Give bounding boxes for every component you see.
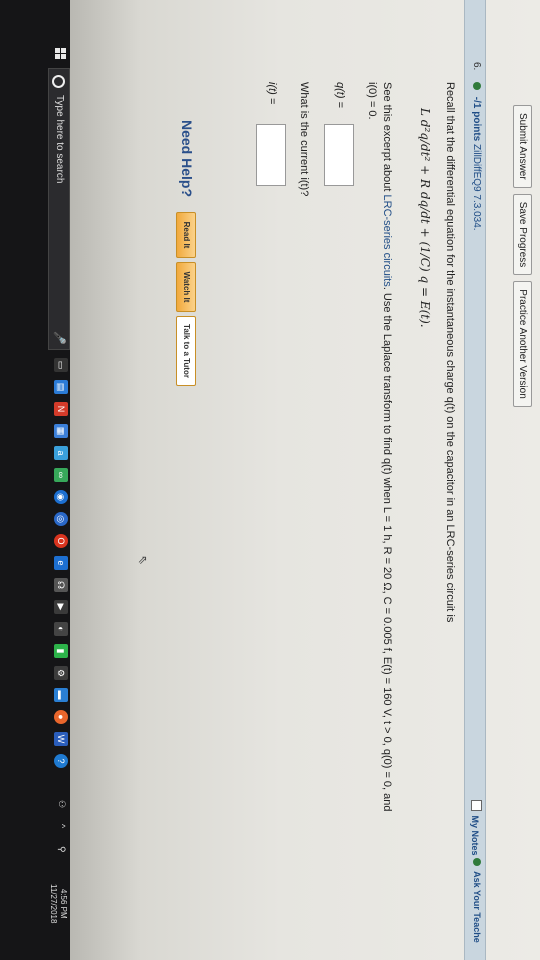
clock-date: 11/27/2018 (49, 884, 58, 924)
tiles-icon[interactable]: ▦ (54, 424, 68, 438)
problem-statement: See this excerpt about LRC-series circui… (364, 82, 394, 960)
ask-teacher-link[interactable]: Ask Your Teache (472, 858, 482, 943)
windows-taskbar: Type here to search 🎤 ▭ ▤ N ▦ a ∞ ◉ ◎ O … (0, 0, 70, 960)
monitor-screen: Submit Answer Save Progress Practice Ano… (0, 0, 540, 960)
question-points: -/1 points ZillDiffEQ9 7.3.034. (471, 82, 482, 231)
current-prompt: What is the current i(t)? (298, 82, 310, 197)
cortana-icon (52, 75, 65, 88)
see-prefix: See this excerpt about (381, 82, 393, 195)
save-progress-button[interactable]: Save Progress (513, 193, 532, 276)
search-placeholder: Type here to search (54, 95, 65, 184)
blue-app-icon[interactable]: ▬ (54, 688, 68, 702)
talk-to-tutor-button[interactable]: Talk to a Tutor (176, 316, 196, 386)
store-icon[interactable]: ▤ (54, 380, 68, 394)
camera-app-icon[interactable]: ◉ (54, 490, 68, 504)
taskbar-search-box[interactable]: Type here to search 🎤 (48, 68, 70, 350)
netflix-icon[interactable]: N (54, 402, 68, 416)
points-status-icon (473, 82, 481, 90)
task-view-icon[interactable]: ▭ (54, 358, 68, 372)
points-text: -/1 points (471, 96, 482, 142)
i-answer-input[interactable] (256, 124, 286, 186)
question-number: 6. (471, 62, 482, 71)
mouse-cursor-icon: ⇖ (136, 555, 150, 566)
submit-answer-button[interactable]: Submit Answer (513, 105, 532, 188)
firefox-icon[interactable]: ● (54, 710, 68, 724)
tripadvisor-icon[interactable]: ∞ (54, 468, 68, 482)
read-it-button[interactable]: Read It (176, 212, 196, 258)
opera-icon[interactable]: O (54, 534, 68, 548)
i-answer-label: i(t) = (266, 82, 278, 105)
edge-icon[interactable]: e (54, 556, 68, 570)
question-source: ZillDiffEQ9 7.3.034. (471, 144, 482, 231)
recall-text: Recall that the differential equation fo… (444, 82, 456, 623)
settings-icon[interactable]: ⚙ (54, 666, 68, 680)
my-notes-toggle[interactable]: My Notes (470, 800, 482, 856)
ask-teacher-icon (473, 858, 481, 866)
see-rest: . Use the Laplace transform to find q(t)… (381, 286, 393, 812)
green-app-icon[interactable]: ▮ (54, 644, 68, 658)
q-answer-input[interactable] (324, 124, 354, 186)
need-help-label: Need Help? (179, 120, 195, 198)
initial-current-condition: i(0) = 0. (366, 82, 378, 120)
word-icon[interactable]: W (54, 732, 68, 746)
watch-it-button[interactable]: Watch It (176, 262, 196, 312)
system-clock[interactable]: 4:56 PM 11/27/2018 (48, 884, 68, 923)
my-notes-label: My Notes (470, 815, 480, 856)
q-answer-label: q(t) = (334, 82, 346, 108)
my-notes-checkbox-icon[interactable] (471, 800, 482, 811)
photo-frame: Submit Answer Save Progress Practice Ano… (0, 0, 540, 960)
help-app-icon[interactable]: ? (54, 754, 68, 768)
microphone-icon[interactable]: 🎤 (53, 331, 66, 345)
people-icon[interactable]: ⚇ (56, 800, 67, 808)
question-toolbar: Submit Answer Save Progress Practice Ano… (513, 105, 532, 407)
webassign-page: Submit Answer Save Progress Practice Ano… (70, 0, 540, 960)
windows-start-icon[interactable] (54, 48, 66, 60)
groove-icon[interactable]: ◎ (54, 512, 68, 526)
network-icon[interactable]: ⚲ (56, 846, 67, 853)
show-hidden-icons-chevron-icon[interactable]: ^ (57, 824, 67, 828)
practice-another-version-button[interactable]: Practice Another Version (513, 281, 532, 407)
differential-equation: L d²q/dt² + R dq/dt + (1/C) q = E(t). (418, 108, 432, 328)
clock-time: 4:56 PM (59, 888, 68, 919)
sling-icon[interactable]: ◐ (54, 622, 68, 636)
amazon-icon[interactable]: a (54, 446, 68, 460)
lrc-excerpt-link[interactable]: LRC-series circuits (381, 195, 393, 287)
media-player-icon[interactable]: ▶ (54, 600, 68, 614)
ask-teacher-label: Ask Your Teache (472, 871, 482, 943)
headphones-icon[interactable]: ☊ (54, 578, 68, 592)
